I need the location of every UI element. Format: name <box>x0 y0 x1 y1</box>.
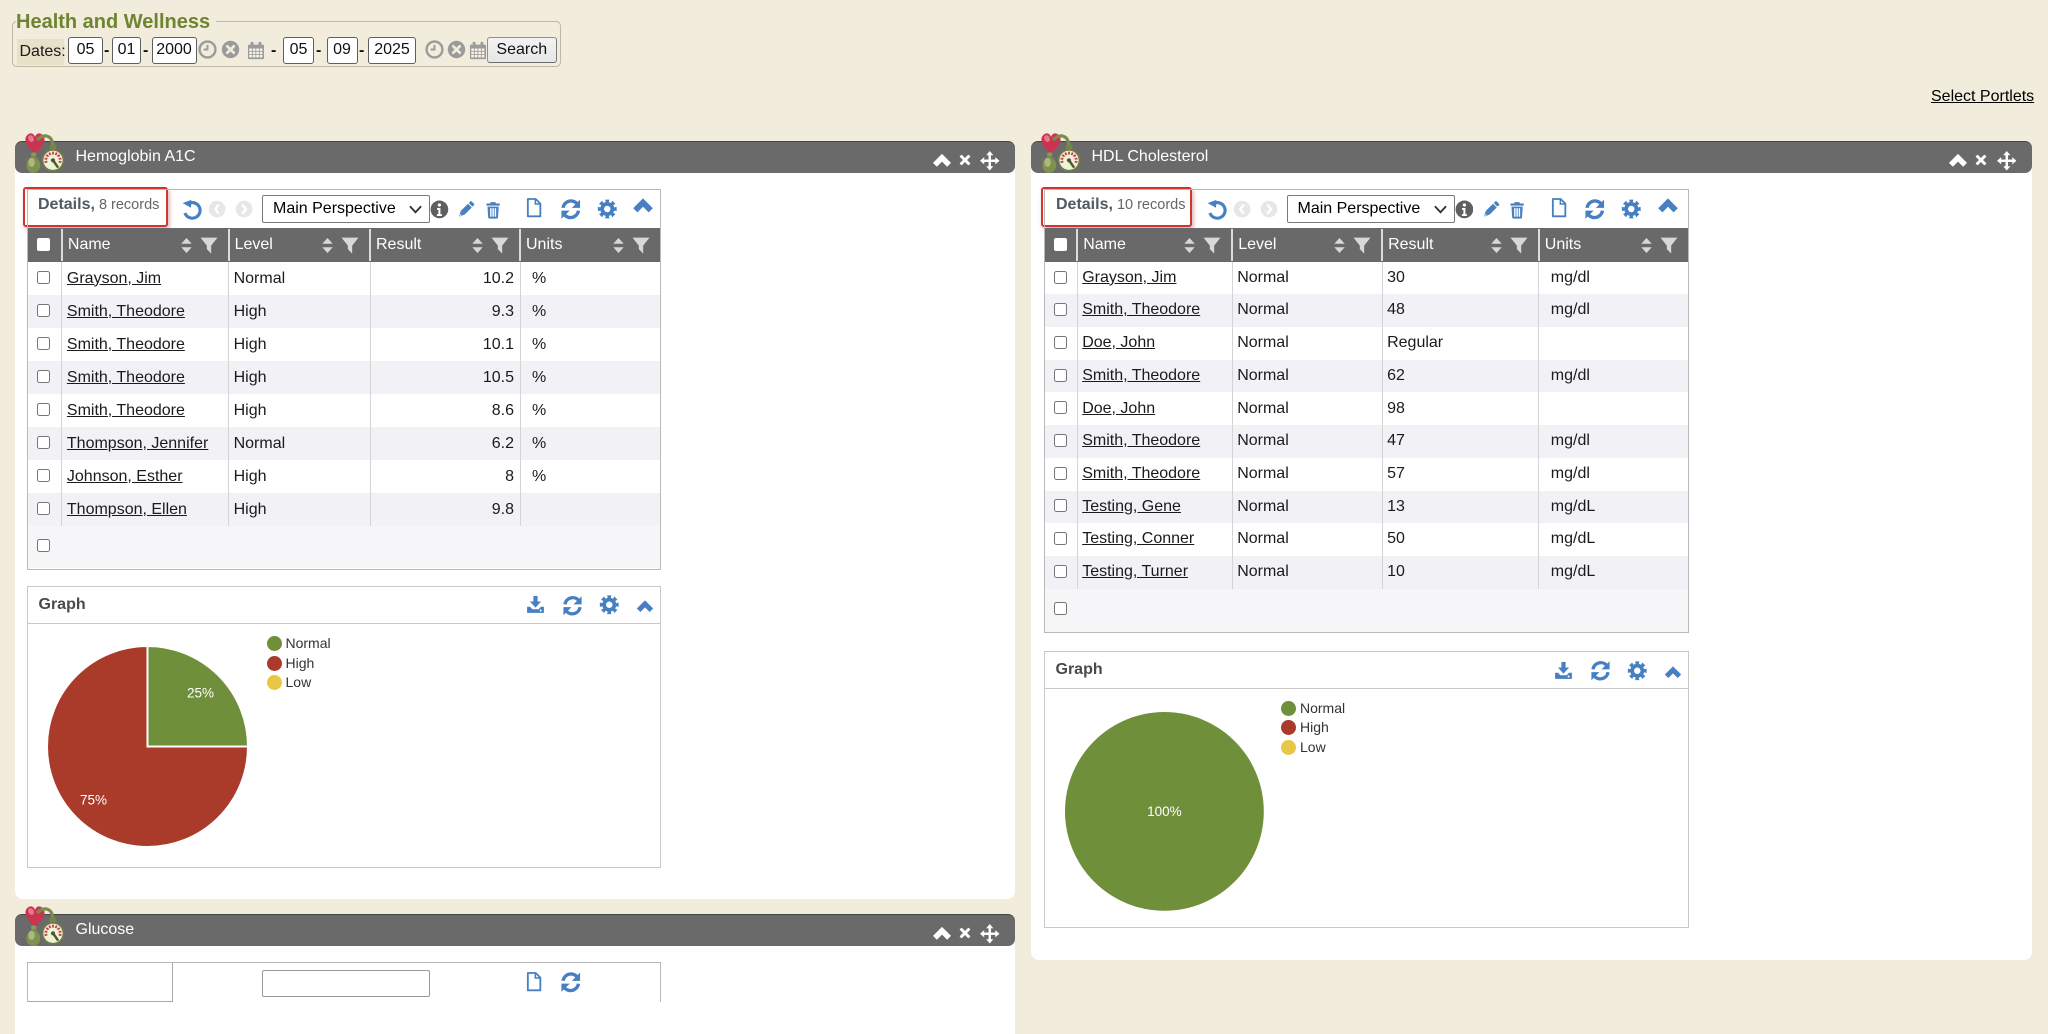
svg-text:100%: 100% <box>1147 804 1182 819</box>
svg-text:75%: 75% <box>79 792 106 807</box>
svg-text:25%: 25% <box>186 685 213 700</box>
